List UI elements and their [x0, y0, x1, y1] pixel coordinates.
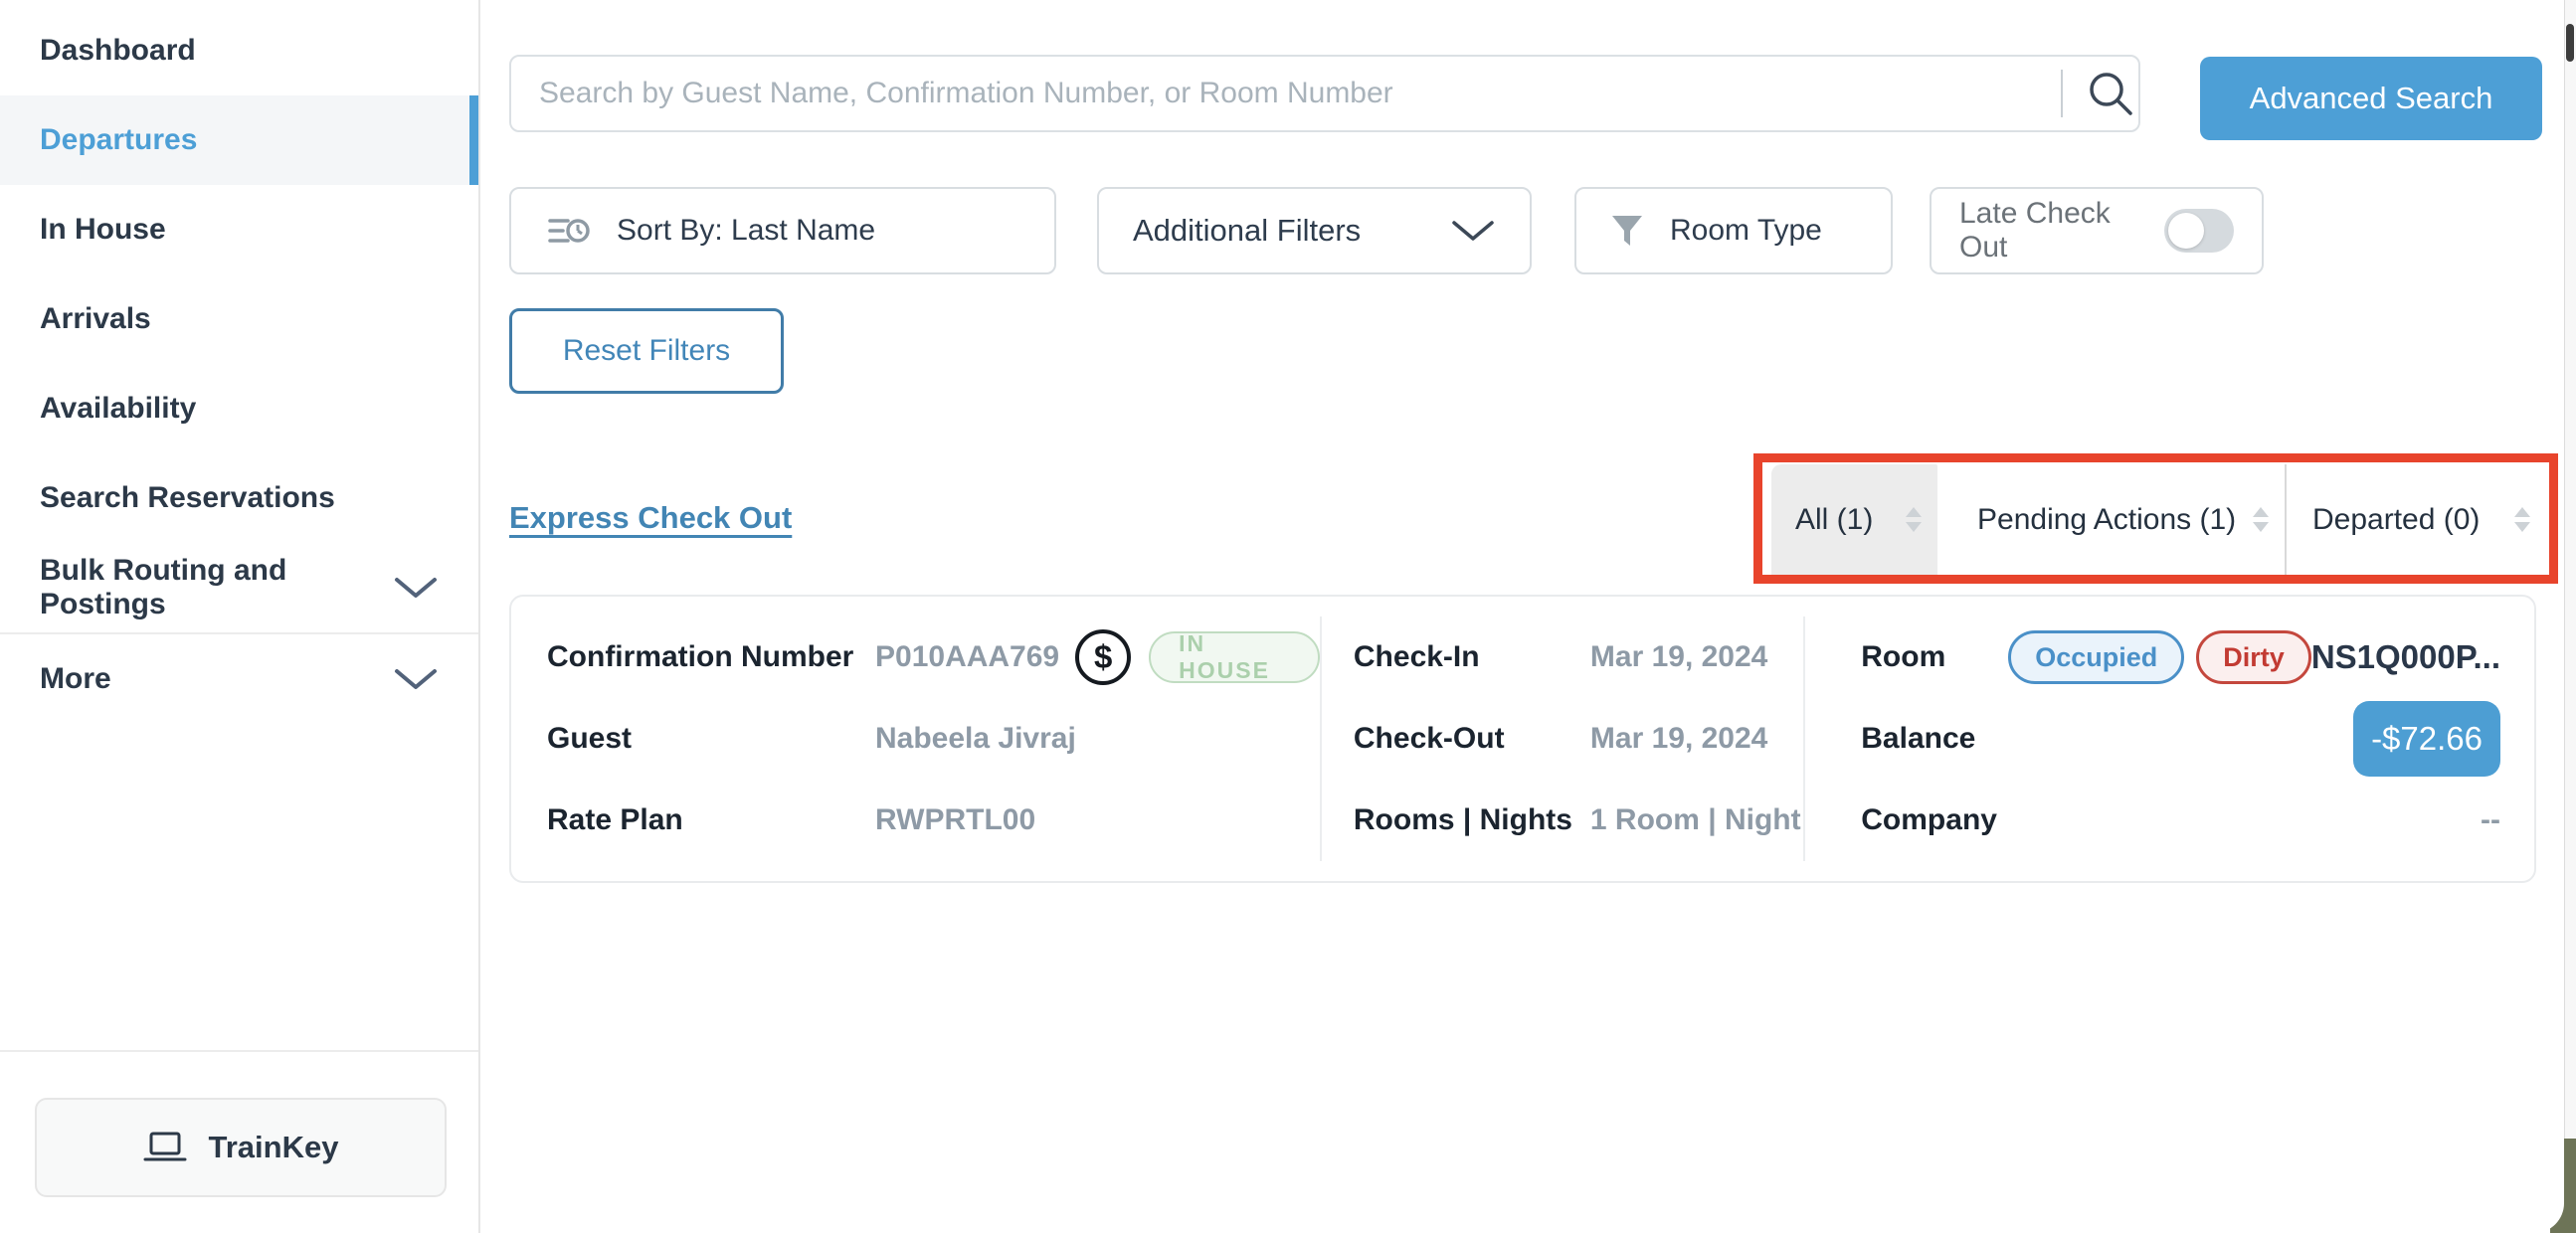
- room-label: Room: [1861, 640, 2008, 674]
- sidebar-item-label: Search Reservations: [40, 481, 335, 515]
- search-icon[interactable]: [2083, 66, 2138, 121]
- balance-amount-chip: -$72.66: [2353, 701, 2500, 777]
- sidebar-item-more[interactable]: More: [0, 634, 478, 724]
- trainkey-button[interactable]: TrainKey: [35, 1098, 447, 1197]
- tab-all[interactable]: All (1): [1771, 464, 1937, 575]
- check-out-value: Mar 19, 2024: [1590, 722, 1767, 756]
- sidebar-item-departures[interactable]: Departures: [0, 95, 478, 185]
- balance-label: Balance: [1861, 722, 2008, 756]
- sidebar: Dashboard Departures In House Arrivals A…: [0, 0, 480, 1233]
- check-in-value: Mar 19, 2024: [1590, 640, 1767, 674]
- sidebar-bottom-divider: [0, 1050, 478, 1052]
- sort-arrows-icon: [1906, 507, 1922, 532]
- laptop-icon: [143, 1132, 187, 1163]
- window-rounded-corner: [2504, 1139, 2564, 1233]
- check-out-row: Check-Out Mar 19, 2024: [1322, 698, 1803, 780]
- sort-arrows-icon: [2253, 507, 2269, 532]
- chevron-down-icon: [1450, 218, 1496, 244]
- rate-plan-value: RWPRTL00: [875, 803, 1035, 837]
- sort-order-icon: [547, 210, 591, 252]
- sidebar-item-label: Dashboard: [40, 34, 196, 68]
- rooms-nights-value: 1 Room | Night: [1590, 803, 1801, 837]
- reservation-card[interactable]: Confirmation Number P010AAA769 $ IN HOUS…: [509, 595, 2536, 883]
- room-row: Room Occupied Dirty NS1Q000P...: [1805, 616, 2534, 698]
- trainkey-label: TrainKey: [209, 1130, 339, 1165]
- sidebar-item-bulk-routing[interactable]: Bulk Routing and Postings: [0, 543, 478, 632]
- sidebar-item-label: In House: [40, 213, 166, 247]
- late-check-out-toggle[interactable]: [2164, 209, 2234, 253]
- search-divider: [2061, 70, 2063, 117]
- check-out-label: Check-Out: [1354, 722, 1590, 756]
- sidebar-item-label: Arrivals: [40, 302, 151, 336]
- express-check-out-link[interactable]: Express Check Out: [509, 500, 792, 536]
- guest-value: Nabeela Jivraj: [875, 722, 1076, 756]
- confirmation-number-value: P010AAA769: [875, 640, 1059, 674]
- chevron-down-icon: [393, 575, 439, 601]
- tab-pending-actions-label: Pending Actions (1): [1977, 503, 2236, 537]
- chevron-down-icon: [393, 666, 439, 692]
- confirmation-number-row: Confirmation Number P010AAA769 $ IN HOUS…: [511, 616, 1320, 698]
- rate-plan-label: Rate Plan: [547, 803, 875, 837]
- rooms-nights-row: Rooms | Nights 1 Room | Night: [1322, 780, 1803, 861]
- dollar-circle-icon[interactable]: $: [1075, 629, 1131, 685]
- sort-by-label: Sort By: Last Name: [617, 214, 875, 248]
- search-input[interactable]: [509, 55, 2140, 132]
- reservation-card-left-column: Confirmation Number P010AAA769 $ IN HOUS…: [511, 616, 1320, 861]
- late-check-out-label: Late Check Out: [1959, 197, 2164, 264]
- tab-departed-label: Departed (0): [2312, 503, 2480, 537]
- tab-departed[interactable]: Departed (0): [2285, 464, 2546, 575]
- departures-page: Dashboard Departures In House Arrivals A…: [0, 0, 2576, 1233]
- room-type-label: Room Type: [1670, 214, 1822, 248]
- sidebar-item-label: Availability: [40, 392, 196, 426]
- balance-row: Balance -$72.66: [1805, 698, 2534, 780]
- departures-tabs: All (1) Pending Actions (1) Departed (0): [1771, 464, 2546, 575]
- sidebar-nav: Dashboard Departures In House Arrivals A…: [0, 0, 478, 724]
- check-in-row: Check-In Mar 19, 2024: [1322, 616, 1803, 698]
- confirmation-number-label: Confirmation Number: [547, 640, 875, 674]
- rate-plan-row: Rate Plan RWPRTL00: [511, 780, 1320, 861]
- check-in-label: Check-In: [1354, 640, 1590, 674]
- advanced-search-button[interactable]: Advanced Search: [2200, 57, 2542, 140]
- rooms-nights-label: Rooms | Nights: [1354, 803, 1590, 837]
- sort-by-button[interactable]: Sort By: Last Name: [509, 187, 1056, 274]
- sidebar-item-in-house[interactable]: In House: [0, 185, 478, 274]
- additional-filters-label: Additional Filters: [1133, 213, 1361, 249]
- guest-label: Guest: [547, 722, 875, 756]
- sidebar-item-label: Bulk Routing and Postings: [40, 554, 393, 621]
- tab-pending-actions[interactable]: Pending Actions (1): [1937, 464, 2285, 575]
- guest-row: Guest Nabeela Jivraj: [511, 698, 1320, 780]
- page-scrollbar-track[interactable]: [2564, 0, 2576, 1233]
- additional-filters-dropdown[interactable]: Additional Filters: [1097, 187, 1532, 274]
- company-row: Company --: [1805, 780, 2534, 861]
- company-label: Company: [1861, 803, 2008, 837]
- late-check-out-filter: Late Check Out: [1930, 187, 2264, 274]
- sidebar-item-arrivals[interactable]: Arrivals: [0, 274, 478, 364]
- sidebar-item-label: Departures: [40, 123, 197, 157]
- sidebar-item-dashboard[interactable]: Dashboard: [0, 6, 478, 95]
- reservation-card-right-column: Room Occupied Dirty NS1Q000P... Balance …: [1805, 616, 2534, 861]
- sort-arrows-icon: [2514, 507, 2530, 532]
- company-value: --: [2481, 803, 2500, 837]
- page-scrollbar-thumb[interactable]: [2566, 24, 2574, 62]
- tab-all-label: All (1): [1795, 503, 1873, 537]
- reset-filters-button[interactable]: Reset Filters: [509, 308, 784, 394]
- funnel-icon: [1610, 214, 1644, 248]
- toggle-knob: [2168, 213, 2204, 249]
- reservation-card-middle-column: Check-In Mar 19, 2024 Check-Out Mar 19, …: [1320, 616, 1805, 861]
- occupied-status-pill: Occupied: [2008, 630, 2184, 684]
- sidebar-item-label: More: [40, 662, 111, 696]
- sidebar-item-search-reservations[interactable]: Search Reservations: [0, 453, 478, 543]
- dirty-status-pill: Dirty: [2196, 630, 2311, 684]
- in-house-status-badge: IN HOUSE: [1149, 631, 1320, 683]
- room-type-button[interactable]: Room Type: [1574, 187, 1893, 274]
- sidebar-item-availability[interactable]: Availability: [0, 364, 478, 453]
- room-number-value: NS1Q000P...: [2311, 638, 2500, 676]
